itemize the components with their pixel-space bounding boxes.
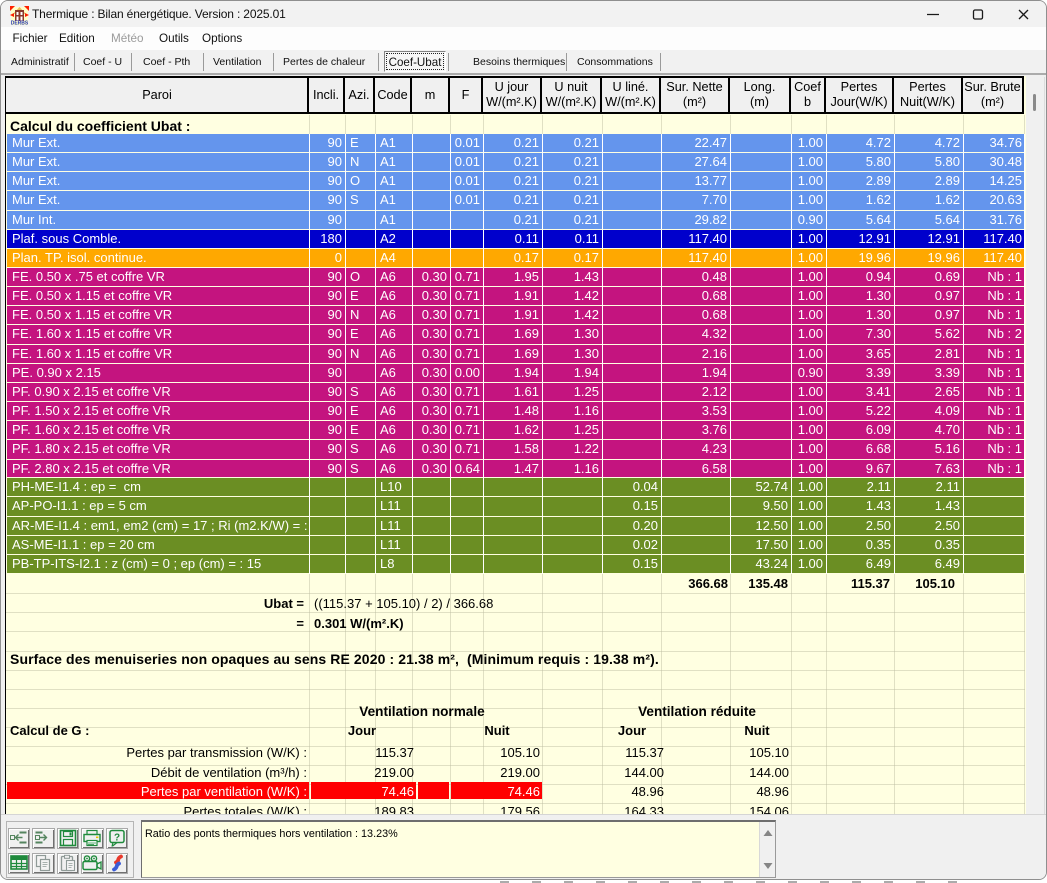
svg-text:?: ?: [114, 833, 120, 844]
svg-text:DERBS: DERBS: [11, 21, 29, 25]
